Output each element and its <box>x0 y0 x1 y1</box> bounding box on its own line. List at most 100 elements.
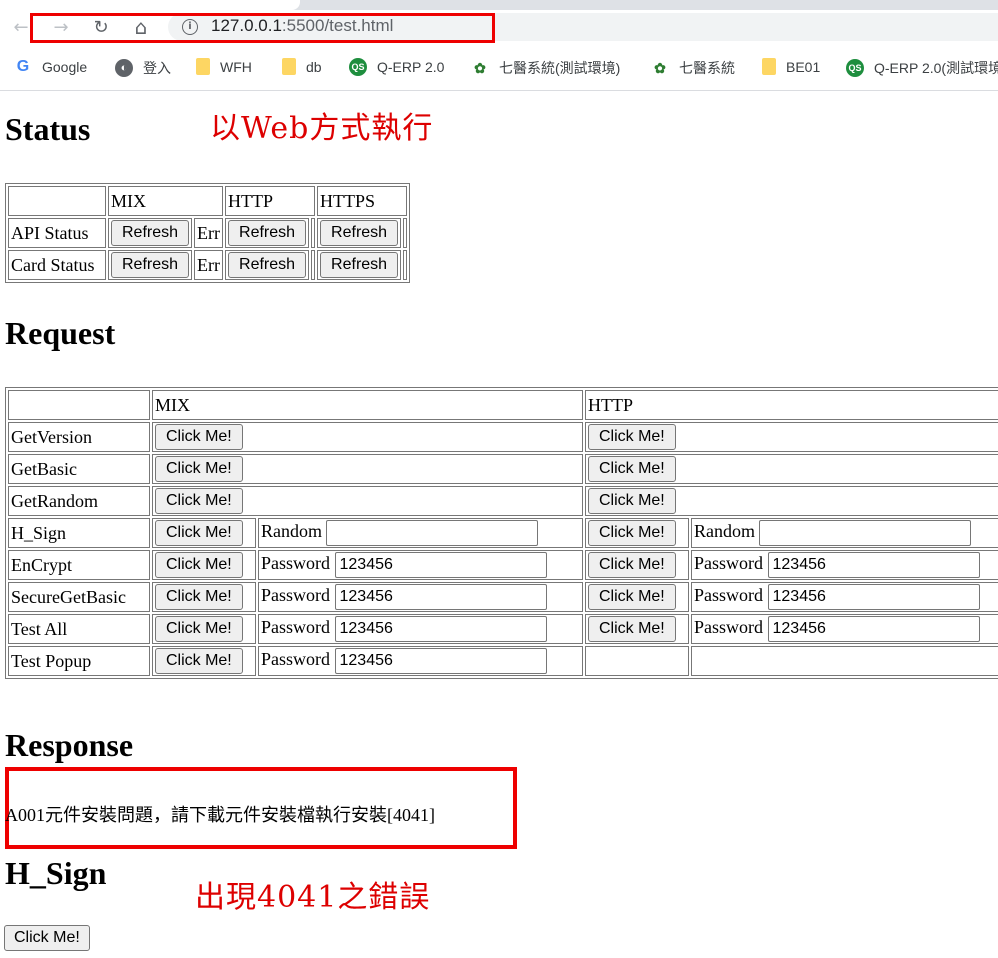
http-click-button[interactable]: Click Me! <box>587 616 676 642</box>
request-row: GetVersion Click Me! Click Me! Click Me! <box>8 422 998 452</box>
active-tab[interactable] <box>0 0 300 10</box>
folder-icon <box>762 58 776 75</box>
bookmark-qerp-test[interactable]: QS Q-ERP 2.0(測試環境 <box>846 58 998 78</box>
http-refresh-button[interactable]: Refresh <box>228 252 307 278</box>
mix-click-button[interactable]: Click Me! <box>154 424 243 450</box>
empty-cell <box>690 646 998 676</box>
h-sign-heading: H_Sign <box>5 855 107 891</box>
mix-password-input[interactable] <box>334 616 547 642</box>
header-cell: HTTP <box>225 186 316 216</box>
mix-click-button[interactable]: Click Me! <box>154 520 243 546</box>
mix-click-button[interactable]: Click Me! <box>154 456 243 482</box>
bookmark-label: db <box>306 58 322 75</box>
https-result <box>403 218 408 248</box>
row-label: Test All <box>8 614 150 644</box>
request-heading: Request <box>5 315 116 351</box>
bookmark-wfh[interactable]: WFH <box>196 58 252 75</box>
header-cell <box>8 186 106 216</box>
bookmark-google[interactable]: G Google <box>14 58 87 76</box>
status-table: MIX HTTP HTTPS API Status Refresh Err Re… <box>5 183 411 283</box>
http-click-button[interactable]: Click Me! <box>587 552 676 578</box>
http-random-input[interactable] <box>759 520 972 546</box>
row-label: H_Sign <box>8 518 150 548</box>
http-click-button[interactable]: Click Me! <box>587 456 676 482</box>
bookmark-qerp[interactable]: QS Q-ERP 2.0 <box>349 58 444 76</box>
mix-refresh-button[interactable]: Refresh <box>111 252 190 278</box>
mix-result: Err <box>194 250 224 280</box>
row-label: SecureGetBasic <box>8 582 150 612</box>
bookmark-medical-test[interactable]: ✿ 七醫系統(測試環境) <box>471 58 620 78</box>
https-refresh-button[interactable]: Refresh <box>320 252 399 278</box>
field-label: Password <box>260 649 330 669</box>
web-mode-annotation: 以Web方式執行 <box>210 111 434 146</box>
http-click-button[interactable]: Click Me! <box>587 424 676 450</box>
http-click-button[interactable]: Click Me! <box>587 520 676 546</box>
row-label: Card Status <box>8 250 106 280</box>
row-label: GetVersion <box>8 422 150 452</box>
bookmark-label: Google <box>42 59 88 75</box>
http-result <box>311 218 316 248</box>
qs-icon: QS <box>349 58 367 76</box>
bookmark-label: 七醫系統 <box>679 60 735 76</box>
mix-password-input[interactable] <box>334 648 547 674</box>
bookmark-label: BE01 <box>786 58 821 75</box>
mix-click-button[interactable]: Click Me! <box>154 584 243 610</box>
request-row: Test Popup Click Me! Password <box>8 646 998 676</box>
row-label: GetRandom <box>8 486 150 516</box>
bookmark-medical[interactable]: ✿ 七醫系統 <box>651 58 735 78</box>
header-cell: HTTPS <box>317 186 408 216</box>
medical-icon: ✿ <box>654 59 666 76</box>
bookmark-be01[interactable]: BE01 <box>762 58 820 75</box>
row-label: Test Popup <box>8 646 150 676</box>
header-cell: MIX <box>151 390 583 420</box>
mix-click-button[interactable]: Click Me! <box>154 616 243 642</box>
request-row: EnCrypt Click Me! Password Click Me! Pas… <box>8 550 998 580</box>
h-sign-click-button[interactable]: Click Me! <box>4 925 90 951</box>
request-row: GetBasic Click Me! Click Me! Click Me! <box>8 454 998 484</box>
mix-password-input[interactable] <box>334 552 547 578</box>
medical-icon: ✿ <box>474 59 486 76</box>
request-table: MIX HTTP HTTPS GetVersion Click Me! Clic… <box>5 387 998 679</box>
http-password-input[interactable] <box>767 552 980 578</box>
bookmark-db[interactable]: db <box>282 58 322 75</box>
field-label: Password <box>693 617 763 637</box>
field-label: Random <box>260 521 322 541</box>
bookmark-label: Q-ERP 2.0 <box>377 59 445 75</box>
request-header-row: MIX HTTP HTTPS <box>8 390 998 420</box>
row-label: EnCrypt <box>8 550 150 580</box>
url-highlight-box <box>30 13 495 43</box>
header-cell <box>8 390 150 420</box>
mix-refresh-button[interactable]: Refresh <box>111 220 190 246</box>
http-click-button[interactable]: Click Me! <box>587 584 676 610</box>
response-heading: Response <box>5 727 134 763</box>
field-label: Random <box>693 521 755 541</box>
mix-click-button[interactable]: Click Me! <box>154 648 243 674</box>
http-password-input[interactable] <box>767 616 980 642</box>
mix-random-input[interactable] <box>326 520 539 546</box>
bookmarks-bar: G Google ◐ 登入 WFH db QS Q-ERP 2.0 ✿ 七醫系統(測試環… <box>0 44 998 91</box>
mix-click-button[interactable]: Click Me! <box>154 552 243 578</box>
bookmark-label: 登入 <box>143 60 171 76</box>
http-password-input[interactable] <box>767 584 980 610</box>
bookmark-label: WFH <box>220 58 252 75</box>
request-row: Test All Click Me! Password Click Me! Pa… <box>8 614 998 644</box>
status-header-row: MIX HTTP HTTPS <box>8 186 408 216</box>
qs-icon: QS <box>846 59 864 77</box>
bookmark-login[interactable]: ◐ 登入 <box>115 58 171 78</box>
field-label: Password <box>260 553 330 573</box>
field-label: Password <box>260 585 330 605</box>
google-icon: G <box>16 58 30 75</box>
response-code: [4041] <box>387 805 435 825</box>
bookmark-label: Q-ERP 2.0(測試環境 <box>874 60 998 76</box>
field-label: Password <box>260 617 330 637</box>
http-refresh-button[interactable]: Refresh <box>228 220 307 246</box>
http-click-button[interactable]: Click Me! <box>587 488 676 514</box>
mix-click-button[interactable]: Click Me! <box>154 488 243 514</box>
field-label: Password <box>693 585 763 605</box>
response-message: A001元件安裝問題，請下載元件安裝檔執行安裝[4041] <box>5 801 435 827</box>
request-row: H_Sign Click Me! Random Click Me! Random… <box>8 518 998 548</box>
https-refresh-button[interactable]: Refresh <box>320 220 399 246</box>
mix-result: Err <box>194 218 224 248</box>
mix-password-input[interactable] <box>334 584 547 610</box>
folder-icon <box>196 58 210 75</box>
